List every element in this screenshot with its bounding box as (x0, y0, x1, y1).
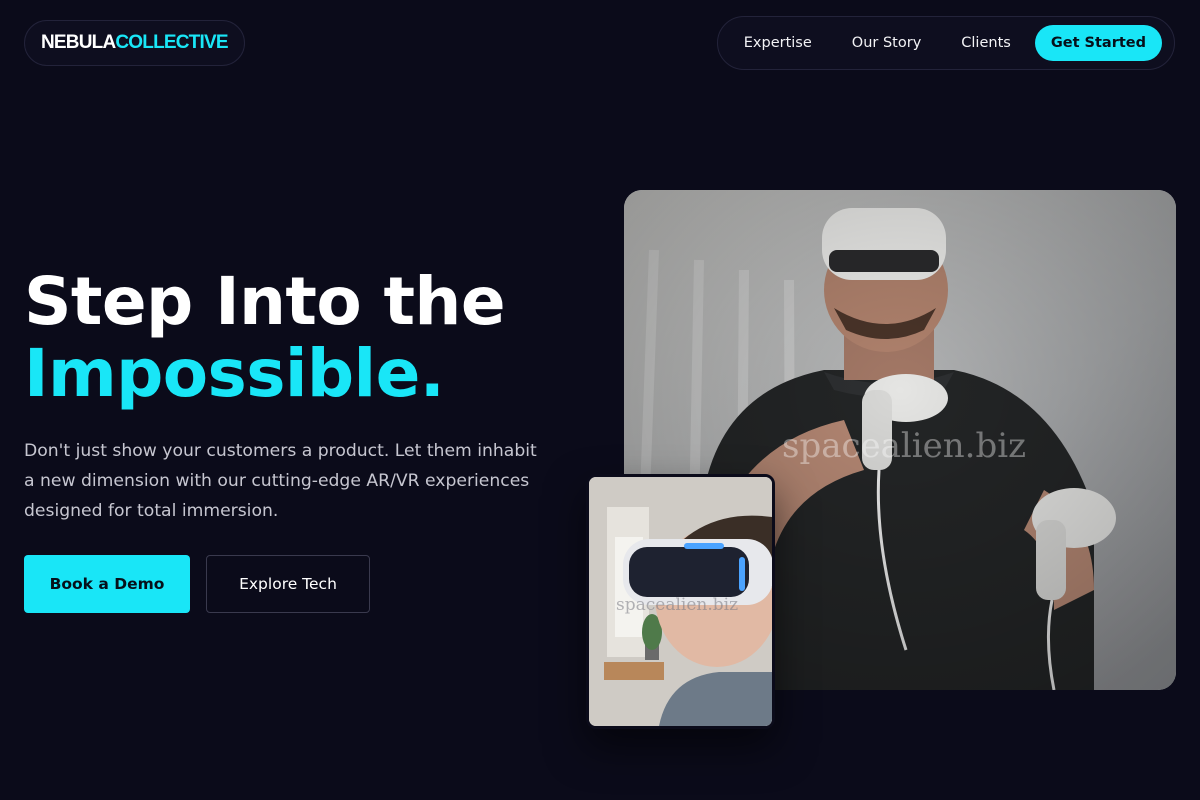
hero-title-line2: Impossible. (24, 335, 445, 412)
hero-description: Don't just show your customers a product… (24, 441, 537, 521)
get-started-button[interactable]: Get Started (1034, 25, 1162, 61)
nav-link-clients[interactable]: Clients (943, 25, 1029, 61)
book-demo-button[interactable]: Book a Demo (24, 555, 190, 613)
brand-name-part2: COLLECTIVE (115, 32, 228, 53)
top-navigation: Expertise Our Story Clients Get Started (716, 16, 1175, 70)
hero-title-line1: Step Into the (24, 263, 506, 340)
hero-title: Step Into the Impossible. (24, 263, 506, 412)
brand-logo[interactable]: NEBULA COLLECTIVE (24, 20, 245, 66)
explore-tech-button[interactable]: Explore Tech (206, 555, 370, 613)
nav-link-our-story[interactable]: Our Story (834, 25, 939, 61)
brand-name-part1: NEBULA (41, 32, 116, 53)
hero-image-vr-child: spacealien.biz (586, 474, 775, 729)
nav-link-expertise[interactable]: Expertise (726, 25, 830, 61)
vr-child-illustration (589, 477, 772, 726)
